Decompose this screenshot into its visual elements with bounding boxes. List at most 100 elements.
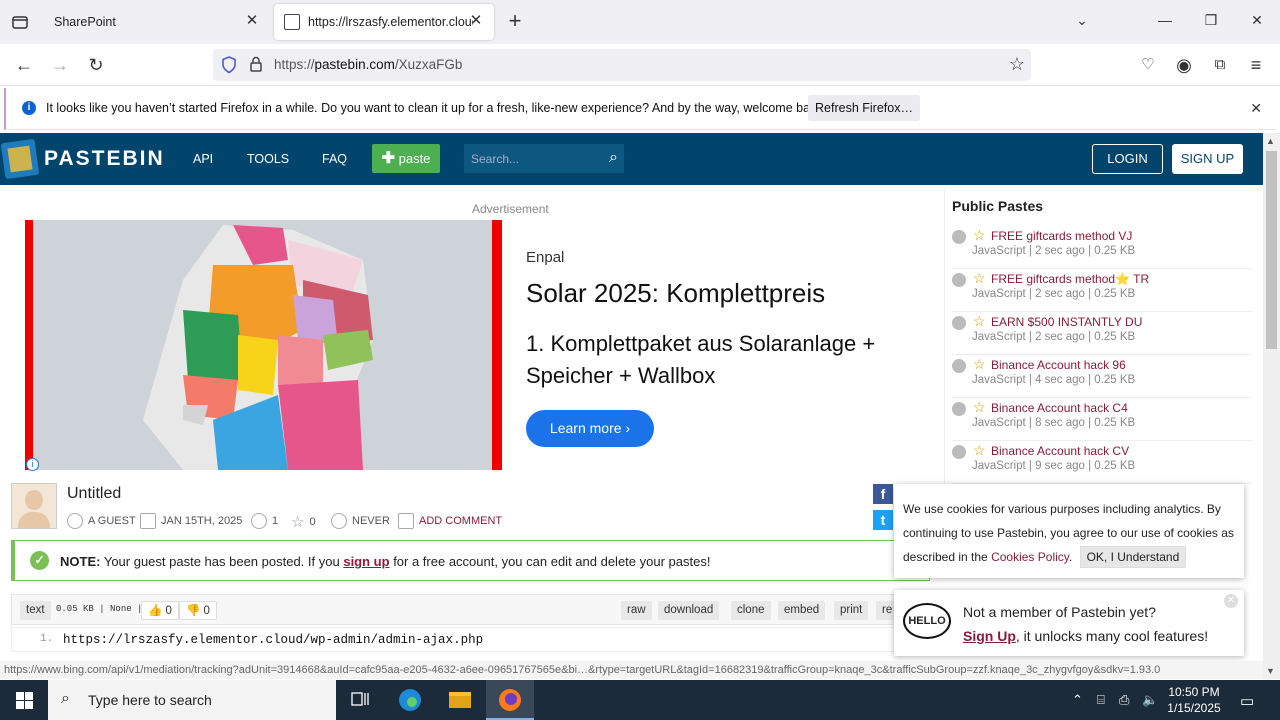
thumbs-up-icon: 👍: [148, 605, 163, 617]
raw-button[interactable]: raw: [621, 601, 652, 620]
url-text[interactable]: https://pastebin.com/XuzxaFGb: [274, 57, 462, 72]
bookmark-star-icon[interactable]: ☆: [1009, 54, 1025, 75]
paste-name[interactable]: Binance Account hack 96: [991, 358, 1126, 372]
public-paste-item[interactable]: ☆ FREE giftcards method⭐ TR JavaScript | 2…: [952, 269, 1252, 312]
login-button[interactable]: LOGIN: [1092, 144, 1163, 174]
ad-info-icon[interactable]: i: [26, 458, 39, 471]
back-icon[interactable]: ←: [12, 53, 36, 77]
network-icon[interactable]: ⎙: [1119, 692, 1129, 708]
facebook-share-icon[interactable]: f: [873, 484, 893, 504]
globe-icon: [952, 316, 966, 330]
pastebin-brand[interactable]: PASTEBIN: [44, 147, 165, 171]
new-paste-button[interactable]: ✚ paste: [372, 144, 440, 173]
paste-meta: JavaScript | 2 sec ago | 0.25 KB: [972, 331, 1136, 343]
forward-icon[interactable]: →: [48, 53, 72, 77]
paste-name[interactable]: Binance Account hack CV: [991, 444, 1129, 458]
firefox-icon[interactable]: [486, 680, 534, 720]
window-close-icon[interactable]: ✕: [1247, 12, 1267, 32]
windows-start-icon[interactable]: [0, 680, 48, 720]
close-member-prompt-icon[interactable]: ✕: [1224, 594, 1238, 608]
public-paste-item[interactable]: ☆ Binance Account hack 96 JavaScript | 4 s…: [952, 355, 1252, 398]
scroll-down-icon[interactable]: ▼: [1266, 666, 1275, 676]
tab-title: https://lrszasfy.elementor.cloud: [308, 15, 473, 29]
twitter-share-icon[interactable]: t: [873, 510, 893, 530]
tab-pastebin[interactable]: https://lrszasfy.elementor.cloud ✕: [274, 4, 494, 40]
hello-bubble-icon: HELLO: [903, 603, 951, 639]
page-scrollbar[interactable]: ▲ ▼: [1263, 133, 1280, 679]
code-content[interactable]: https://lrszasfy.elementor.cloud/wp-admi…: [63, 633, 483, 647]
cookie-ok-button[interactable]: OK, I Understand: [1079, 546, 1187, 568]
paste-category: None: [110, 604, 132, 614]
ad-brand[interactable]: Enpal: [526, 249, 564, 266]
ad-learn-more-button[interactable]: Learn more ›: [526, 410, 654, 447]
close-notification-icon[interactable]: ✕: [1250, 100, 1262, 117]
dislike-button[interactable]: 👎 0: [179, 601, 217, 620]
ad-headline[interactable]: Solar 2025: Komplettpreis: [526, 278, 825, 309]
account-icon[interactable]: ◉: [1172, 53, 1196, 77]
extensions-icon[interactable]: ⧉: [1208, 53, 1232, 77]
like-button[interactable]: 👍 0: [141, 601, 179, 620]
paste-name[interactable]: FREE giftcards method VJ: [991, 229, 1132, 243]
minimize-icon[interactable]: —: [1155, 12, 1175, 32]
reload-icon[interactable]: ↻: [84, 53, 108, 77]
lock-icon[interactable]: [249, 56, 263, 76]
comment-icon: [398, 513, 414, 529]
globe-icon: [952, 273, 966, 287]
close-tab-icon[interactable]: ✕: [244, 13, 260, 29]
public-paste-item[interactable]: ☆ Binance Account hack CV JavaScript | 9 s…: [952, 441, 1252, 484]
paste-name[interactable]: EARN $500 INSTANTLY DU: [991, 315, 1142, 329]
public-paste-item[interactable]: ☆ EARN $500 INSTANTLY DU JavaScript | 2 se…: [952, 312, 1252, 355]
menu-icon[interactable]: ≡: [1244, 53, 1268, 77]
public-paste-item[interactable]: ☆ Binance Account hack C4 JavaScript | 8 s…: [952, 398, 1252, 441]
paste-name[interactable]: Binance Account hack C4: [991, 401, 1128, 415]
syntax-badge[interactable]: text: [20, 601, 51, 620]
status-bar-url: https://www.bing.com/api/v1/mediation/tr…: [0, 661, 1263, 679]
taskbar-search-box[interactable]: ⌕ Type here to search: [48, 680, 336, 720]
scrollbar-thumb[interactable]: [1266, 151, 1277, 349]
add-comment-label[interactable]: ADD COMMENT: [419, 515, 502, 527]
add-comment-link[interactable]: ADD COMMENT: [398, 513, 502, 529]
new-tab-button[interactable]: +: [504, 10, 526, 32]
paste-meta: JavaScript | 2 sec ago | 0.25 KB: [972, 245, 1136, 257]
file-explorer-icon[interactable]: [436, 680, 484, 720]
pocket-icon[interactable]: ♡: [1136, 53, 1160, 77]
tray-chevron-icon[interactable]: ⌃: [1072, 692, 1083, 708]
url-bar[interactable]: https://pastebin.com/XuzxaFGb ☆: [213, 49, 1031, 81]
print-button[interactable]: print: [834, 601, 869, 620]
notification-center-icon[interactable]: ▭: [1240, 692, 1254, 710]
member-prompt-title: Not a member of Pastebin yet?: [963, 604, 1156, 620]
refresh-firefox-button[interactable]: Refresh Firefox…: [808, 95, 920, 121]
task-view-icon[interactable]: [336, 680, 384, 720]
date-text: JAN 15TH, 2025: [161, 515, 243, 527]
ad-image[interactable]: [25, 220, 502, 470]
ad-text[interactable]: 1. Komplettpaket aus Solaranlage + Speic…: [526, 328, 926, 392]
search-icon[interactable]: ⌕: [609, 149, 618, 167]
clone-button[interactable]: clone: [731, 601, 771, 620]
signup-button[interactable]: SIGN UP: [1172, 144, 1243, 174]
tray-app-icon[interactable]: ⌸: [1097, 692, 1105, 708]
close-tab-icon[interactable]: ✕: [468, 13, 484, 29]
paste-name[interactable]: FREE giftcards method⭐ TR: [991, 272, 1149, 286]
tab-list-icon[interactable]: [8, 10, 32, 34]
restore-icon[interactable]: ❐: [1201, 12, 1221, 32]
member-signup-link[interactable]: Sign Up: [963, 628, 1016, 644]
nav-faq[interactable]: FAQ: [322, 152, 347, 166]
download-button[interactable]: download: [658, 601, 720, 620]
public-pastes-title: Public Pastes: [952, 198, 1044, 214]
tab-sharepoint[interactable]: SharePoint ✕: [44, 4, 270, 40]
cookies-policy-link[interactable]: Cookies Policy: [991, 550, 1069, 564]
embed-button[interactable]: embed: [778, 601, 826, 620]
shield-icon[interactable]: [221, 56, 237, 77]
nav-api[interactable]: API: [193, 152, 213, 166]
note-signup-link[interactable]: sign up: [343, 554, 389, 569]
pastebin-logo-icon[interactable]: [0, 138, 40, 180]
list-all-tabs-icon[interactable]: ⌄: [1072, 12, 1092, 32]
nav-tools[interactable]: TOOLS: [247, 152, 289, 166]
search-input[interactable]: [464, 144, 594, 173]
germany-map-image: [33, 220, 492, 470]
taskbar-clock[interactable]: 10:50 PM 1/15/2025: [1162, 684, 1226, 716]
edge-icon[interactable]: [386, 680, 434, 720]
scroll-up-icon[interactable]: ▲: [1266, 136, 1275, 146]
public-paste-item[interactable]: ☆ FREE giftcards method VJ JavaScript | 2 …: [952, 226, 1252, 269]
volume-icon[interactable]: 🔈: [1142, 692, 1158, 708]
